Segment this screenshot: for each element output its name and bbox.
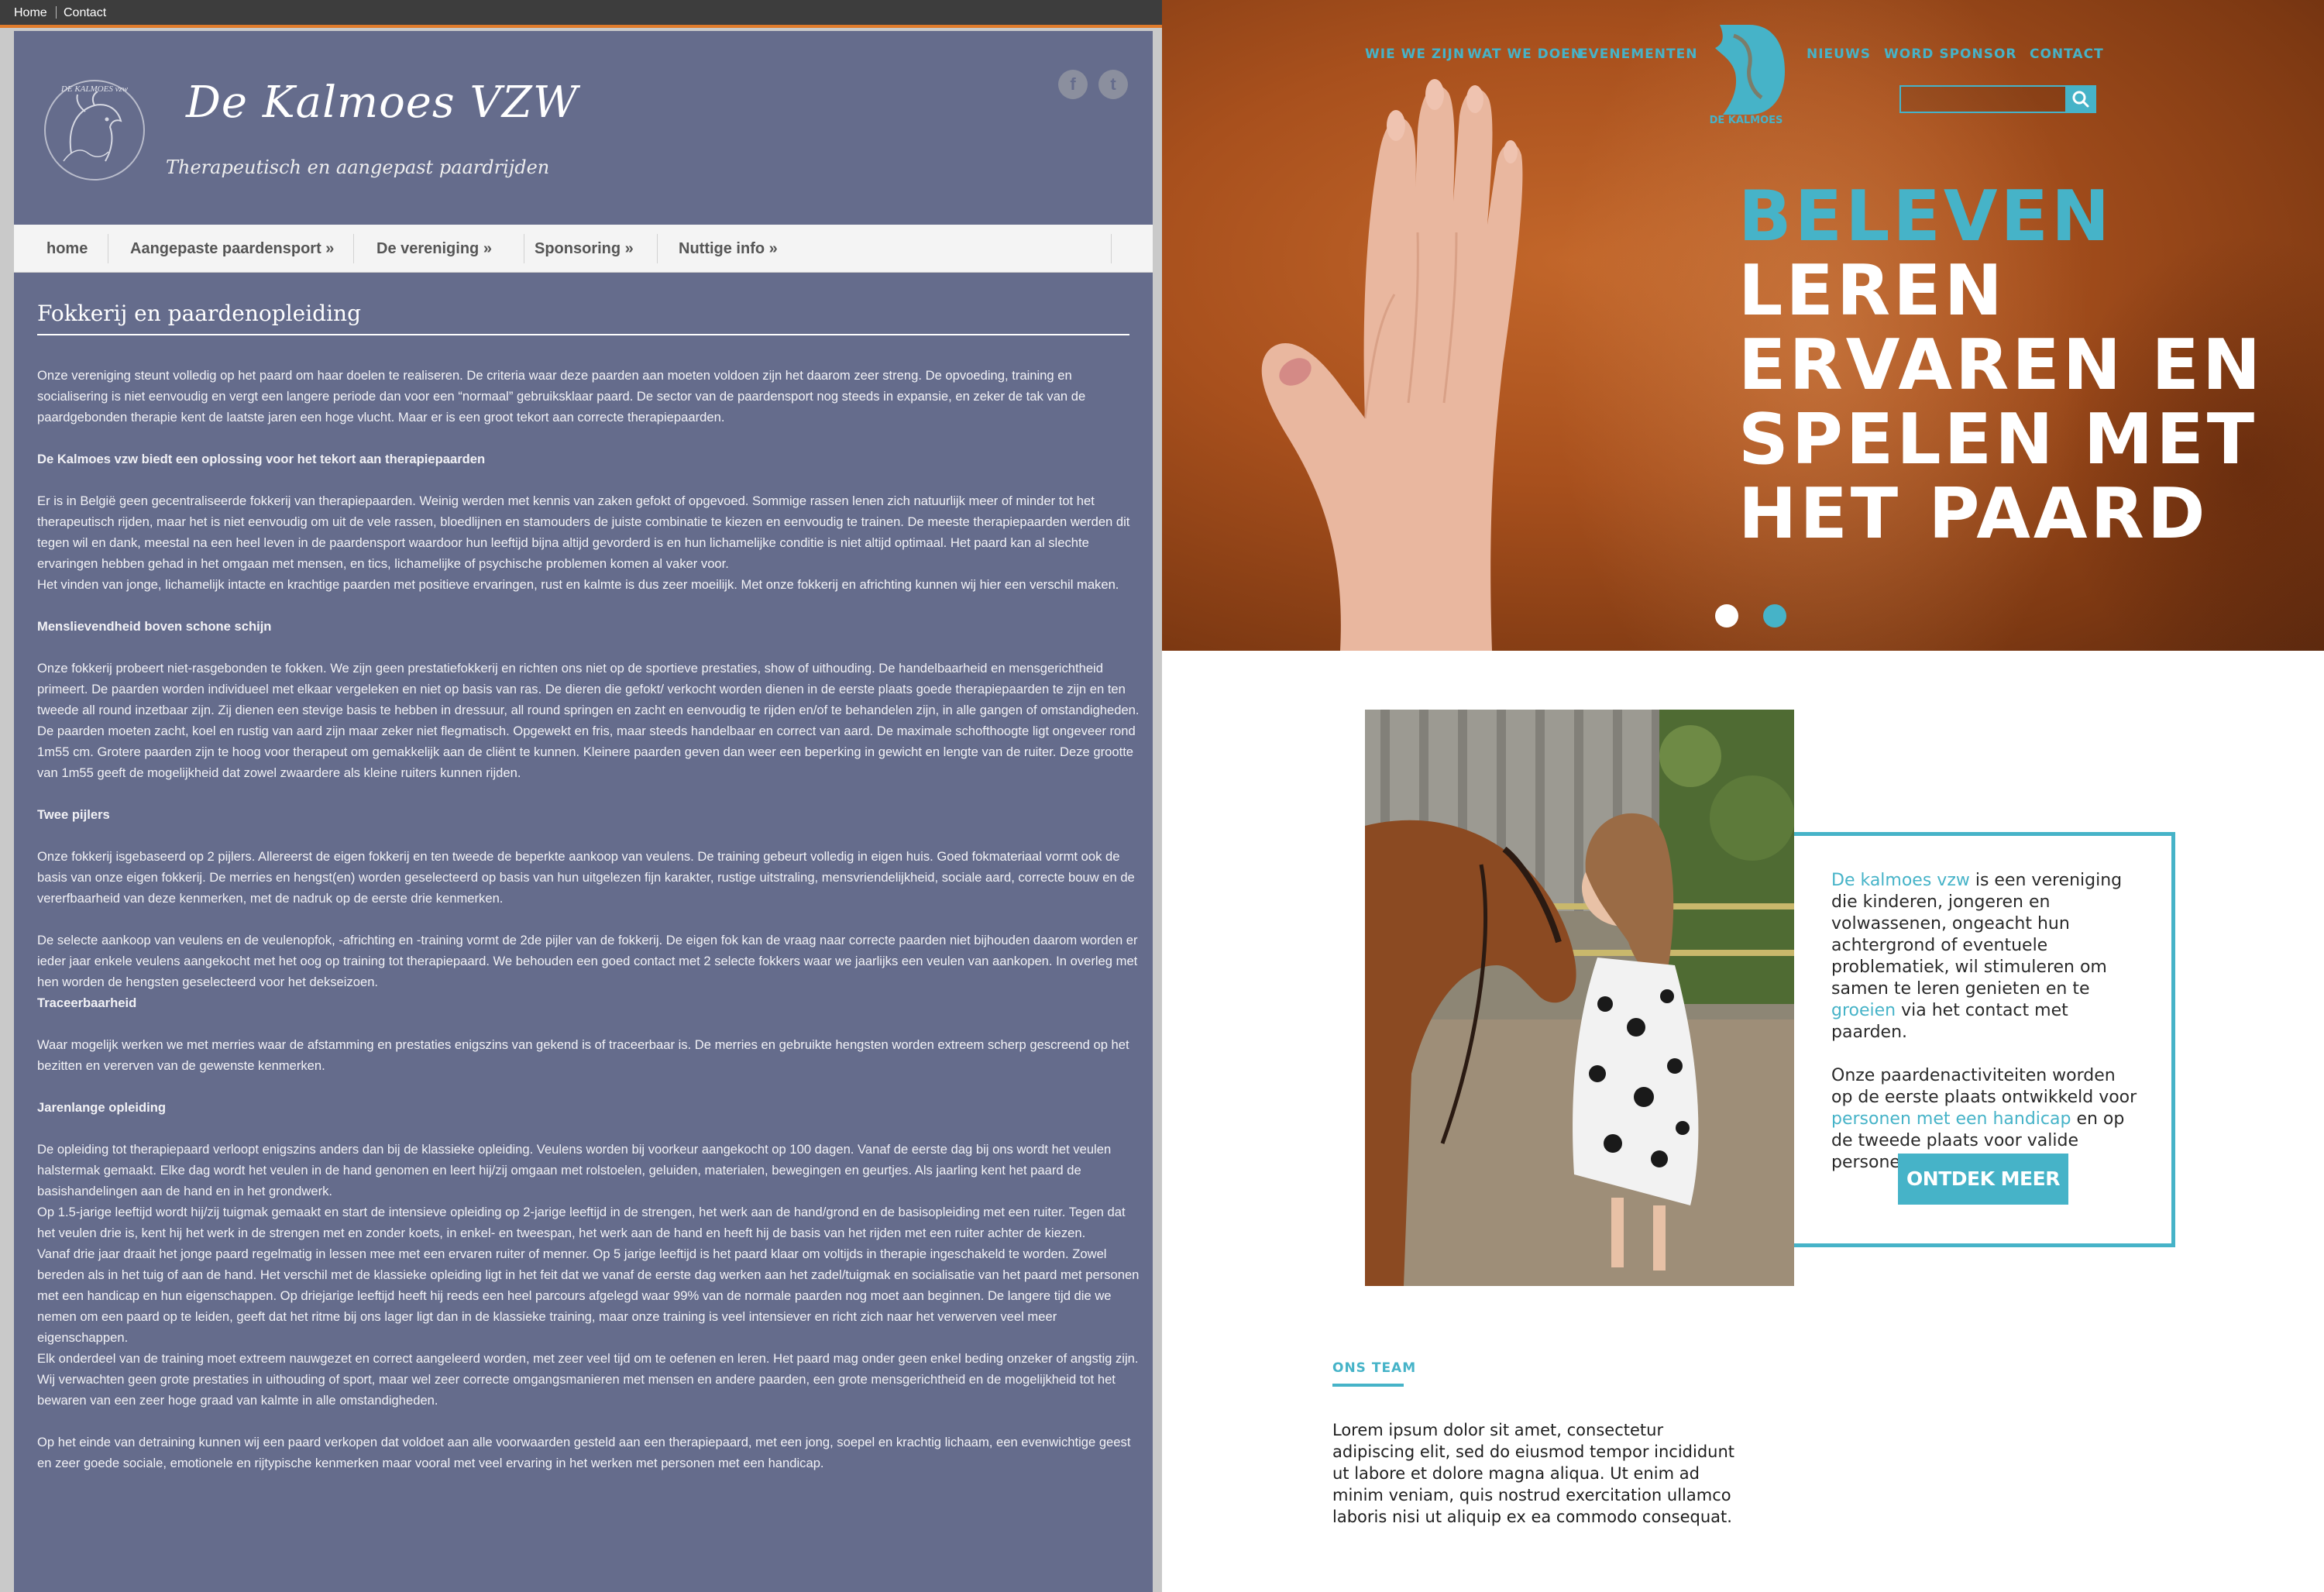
ontdek-meer-button[interactable]: ONTDEK MEER <box>1898 1154 2068 1205</box>
nav-nuttige-info[interactable]: Nuttige info » <box>679 225 778 273</box>
nav-divider <box>353 234 354 263</box>
article-paragraph: Vanaf drie jaar draait het jonge paard r… <box>37 1246 1140 1345</box>
hero-headline: BELEVEN LEREN ERVAREN EN SPELEN MET HET … <box>1738 180 2264 552</box>
nav-home[interactable]: home <box>46 225 88 273</box>
article-paragraph: Op 1.5-jarige leeftijd wordt hij/zij tui… <box>37 1205 1126 1240</box>
site-title: De Kalmoes VZW <box>186 77 579 128</box>
horse-logo-icon[interactable]: DE KALMOES vzw <box>40 76 149 184</box>
topbar-separator <box>56 6 57 19</box>
search-button[interactable] <box>2065 85 2096 113</box>
article-paragraph: Waar mogelijk werken we met merries waar… <box>37 1037 1129 1073</box>
old-page: DE KALMOES vzw De Kalmoes VZW Therapeuti… <box>14 31 1153 1592</box>
old-website-panel: Home Contact DE KALMOES vzw De Kalmoes V… <box>0 0 1162 1592</box>
new-design-panel: WIE WE ZIJN WAT WE DOEN EVENEMENTEN NIEU… <box>1162 0 2324 1592</box>
article-subheading: De Kalmoes vzw biedt een oplossing voor … <box>37 452 486 466</box>
article-subheading: Traceerbaarheid <box>37 995 137 1010</box>
headline-line: SPELEN MET <box>1738 399 2258 480</box>
intro-box: De kalmoes vzw is een vereniging die kin… <box>1794 832 2175 1247</box>
team-heading-underline <box>1332 1384 1404 1387</box>
article-paragraph: Het vinden van jonge, lichamelijk intact… <box>37 577 1119 592</box>
headline-line: LEREN <box>1738 250 2006 332</box>
article-subheading: Menslievendheid boven schone schijn <box>37 619 272 634</box>
article-subheading: Twee pijlers <box>37 807 110 822</box>
intro-paragraph-1: De kalmoes vzw is een vereniging die kin… <box>1831 871 2123 1042</box>
topbar-contact-link[interactable]: Contact <box>64 6 106 20</box>
search-icon <box>2072 91 2089 108</box>
twitter-icon[interactable]: t <box>1098 70 1128 99</box>
slider-dot[interactable] <box>1763 604 1786 628</box>
site-header: DE KALMOES vzw De Kalmoes VZW Therapeuti… <box>14 31 1153 225</box>
article-paragraph: Elk onderdeel van de training moet extre… <box>37 1351 1139 1408</box>
article-paragraph: De opleiding tot therapiepaard verloopt … <box>37 1142 1112 1198</box>
intro-accent-handicap[interactable]: personen met een handicap <box>1831 1109 2071 1129</box>
article-paragraph: Onze fokkerij probeert niet-rasgebonden … <box>37 661 1140 780</box>
nav-divider <box>1111 234 1112 263</box>
topbar-home-link[interactable]: Home <box>14 6 47 20</box>
nav-nieuws[interactable]: NIEUWS <box>1807 46 1871 62</box>
nav-contact[interactable]: CONTACT <box>2030 46 2104 62</box>
article-paragraph: Onze fokkerij isgebaseerd op 2 pijlers. … <box>37 849 1135 906</box>
article-paragraph: De selecte aankoop van veulens en de veu… <box>37 933 1138 989</box>
girl-with-horse-photo <box>1365 710 1794 1286</box>
article-paragraph: Onze vereniging steunt volledig op het p… <box>37 368 1086 425</box>
brand-name: DE KALMOES <box>1709 115 1783 126</box>
site-subtitle: Therapeutisch en aangepast paardrijden <box>166 156 550 178</box>
nav-word-sponsor[interactable]: WORD SPONSOR <box>1884 46 2017 62</box>
nav-wie-we-zijn[interactable]: WIE WE ZIJN <box>1365 46 1465 62</box>
headline-line: ERVAREN EN <box>1738 325 2264 406</box>
top-bar: Home Contact <box>0 0 1162 28</box>
facebook-icon[interactable]: f <box>1058 70 1088 99</box>
slider-dot-active[interactable] <box>1715 604 1738 628</box>
headline-line: HET PAARD <box>1738 473 2209 555</box>
nav-divider <box>657 234 658 263</box>
hero-banner: WIE WE ZIJN WAT WE DOEN EVENEMENTEN NIEU… <box>1162 0 2324 651</box>
article: Fokkerij en paardenopleiding Onze vereni… <box>37 301 1145 1494</box>
svg-text:DE KALMOES vzw: DE KALMOES vzw <box>60 84 129 94</box>
nav-wat-we-doen[interactable]: WAT WE DOEN <box>1467 46 1583 62</box>
nav-aangepaste-paardensport[interactable]: Aangepaste paardensport » <box>130 225 334 273</box>
nav-evenementen[interactable]: EVENEMENTEN <box>1579 46 1697 62</box>
intro-text: De kalmoes vzw is een vereniging die kin… <box>1831 870 2141 1195</box>
article-paragraph: Er is in België geen gecentraliseerde fo… <box>37 493 1130 571</box>
main-nav: home Aangepaste paardensport » De vereni… <box>14 225 1153 273</box>
team-text: Lorem ipsum dolor sit amet, consectetur … <box>1332 1421 1735 1526</box>
intro-accent-name[interactable]: De kalmoes vzw <box>1831 871 1970 890</box>
article-paragraph: Op het einde van detraining kunnen wij e… <box>37 1435 1131 1470</box>
headline-line: BELEVEN <box>1738 176 2113 257</box>
article-subheading: Jarenlange opleiding <box>37 1100 166 1115</box>
nav-de-vereniging[interactable]: De vereniging » <box>376 225 492 273</box>
team-heading: ONS TEAM <box>1332 1360 1417 1376</box>
intro-accent-groeien[interactable]: groeien <box>1831 1001 1896 1020</box>
article-title: Fokkerij en paardenopleiding <box>37 301 1129 335</box>
nav-sponsoring[interactable]: Sponsoring » <box>535 225 634 273</box>
